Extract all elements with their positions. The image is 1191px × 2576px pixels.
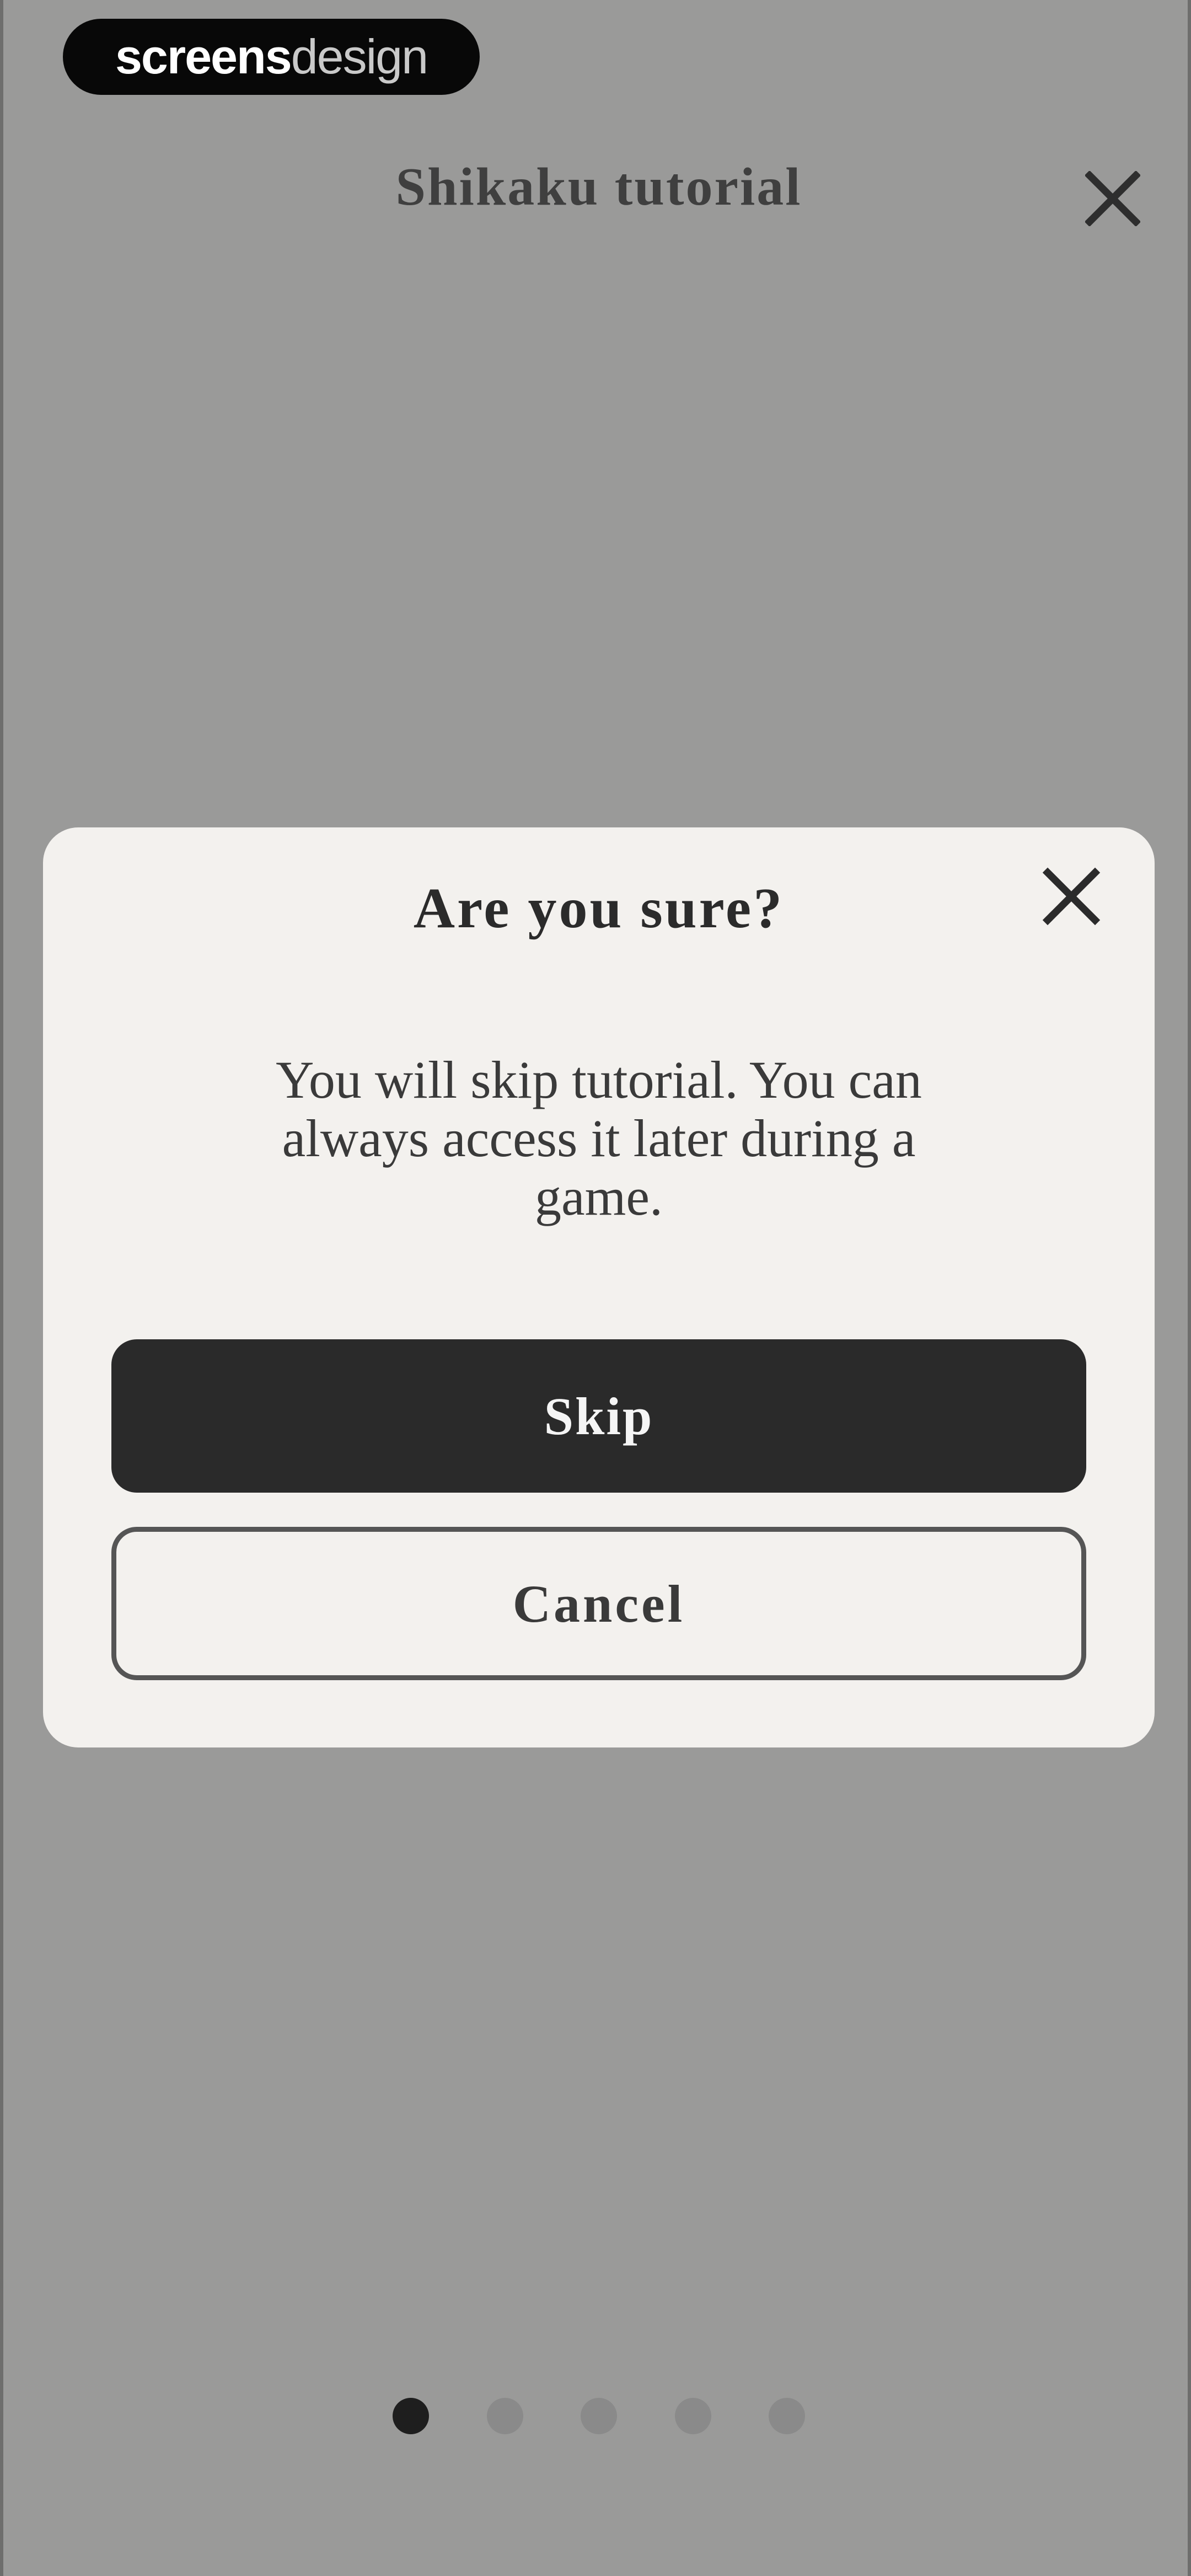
- close-icon: [1084, 170, 1141, 227]
- cancel-button[interactable]: Cancel: [111, 1527, 1086, 1680]
- close-icon: [1042, 867, 1101, 926]
- watermark-brand-bold: screens: [115, 29, 292, 84]
- page-dot-4[interactable]: [675, 2398, 711, 2434]
- page-dot-1[interactable]: [393, 2398, 429, 2434]
- dialog-close-button[interactable]: [1042, 867, 1101, 926]
- watermark-badge: screens design: [63, 19, 480, 95]
- tutorial-screen: screens design Shikaku tutorial Are you s…: [0, 0, 1191, 2576]
- skip-button[interactable]: Skip: [111, 1339, 1086, 1493]
- page-dot-5[interactable]: [769, 2398, 805, 2434]
- close-tutorial-button[interactable]: [1084, 170, 1141, 227]
- dialog-title: Are you sure?: [413, 877, 785, 940]
- page-title: Shikaku tutorial: [395, 157, 802, 217]
- dialog-message: You will skip tutorial. You can always a…: [276, 1050, 922, 1226]
- page-dot-2[interactable]: [487, 2398, 523, 2434]
- skip-confirmation-dialog: Are you sure? You will skip tutorial. Yo…: [43, 827, 1155, 1747]
- pagination-dots: [3, 2398, 1191, 2434]
- watermark-brand-light: design: [291, 29, 428, 84]
- page-dot-3[interactable]: [581, 2398, 617, 2434]
